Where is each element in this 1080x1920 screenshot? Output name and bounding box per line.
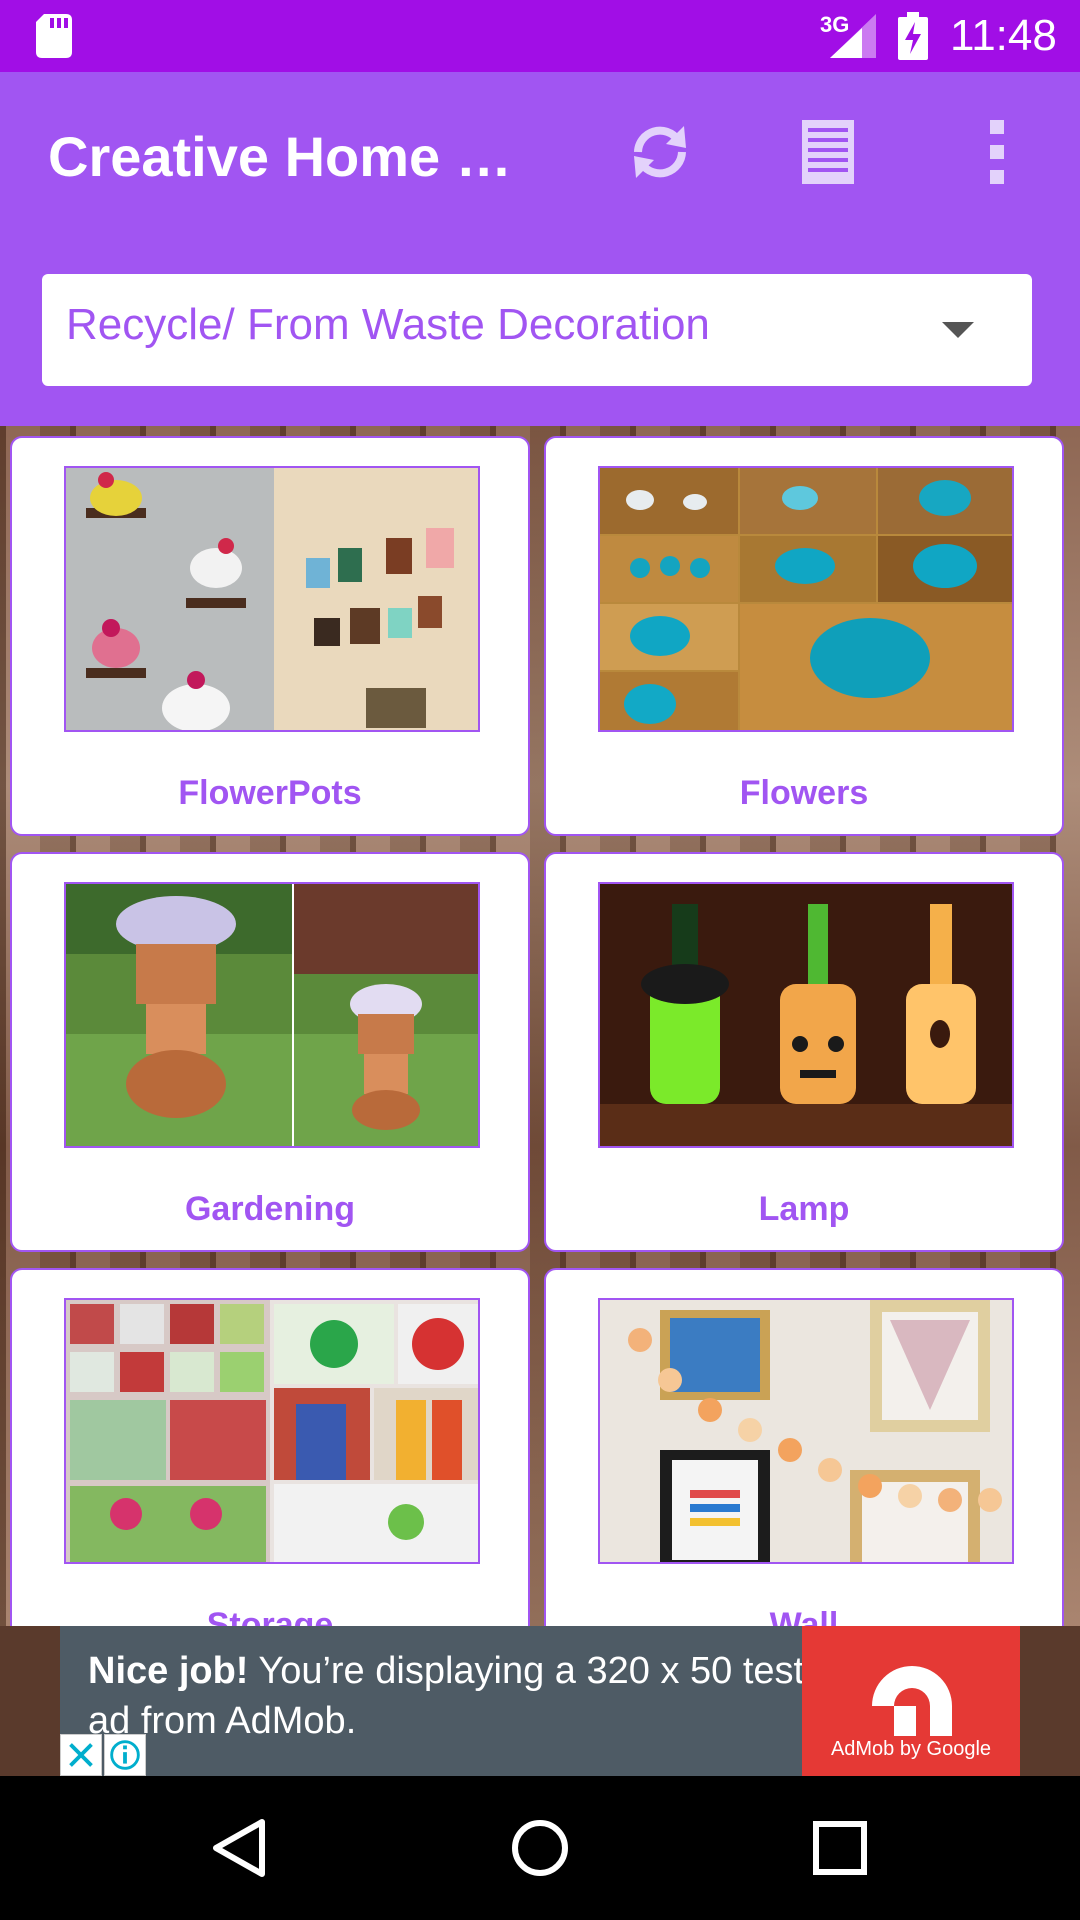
clock: 11:48 (950, 11, 1057, 60)
category-card-gardening[interactable]: Gardening (10, 852, 530, 1252)
wall-image (598, 1298, 1014, 1564)
back-icon[interactable] (208, 1816, 272, 1880)
sd-card-icon (36, 14, 72, 58)
close-icon[interactable] (60, 1734, 102, 1776)
category-card-label: Storage (206, 1606, 334, 1626)
category-grid: FlowerPots Flowers Gardening Lamp Storag… (0, 426, 1080, 1626)
category-dropdown-value: Recycle/ From Waste Decoration (66, 300, 710, 349)
flowers-image (598, 466, 1014, 732)
refresh-icon[interactable] (624, 116, 696, 188)
category-card-wall[interactable]: Wall (544, 1268, 1064, 1626)
more-vert-icon[interactable] (962, 116, 1034, 188)
navigation-bar (0, 1776, 1080, 1920)
ad-text-bold: Nice job! (88, 1650, 249, 1692)
app-bar: Creative Home D… Recycle/ From Waste Dec… (0, 72, 1080, 426)
list-icon[interactable] (792, 116, 864, 188)
category-card-label: Wall (769, 1606, 839, 1626)
admob-logo-label: AdMob by Google (830, 1738, 992, 1760)
ad-text: Nice job! You’re displaying a 320 x 50 t… (88, 1646, 848, 1746)
recent-apps-icon[interactable] (808, 1816, 872, 1880)
status-bar: 3G 11:48 (0, 0, 1080, 72)
lamp-image (598, 882, 1014, 1148)
category-card-flowerpots[interactable]: FlowerPots (10, 436, 530, 836)
category-card-label: Flowers (739, 774, 869, 812)
info-icon[interactable] (104, 1734, 146, 1776)
home-icon[interactable] (508, 1816, 572, 1880)
gardening-image (64, 882, 480, 1148)
chevron-down-icon (942, 322, 974, 338)
app-title: Creative Home D… (48, 125, 548, 188)
storage-image (64, 1298, 480, 1564)
ad-banner-container: Nice job! You’re displaying a 320 x 50 t… (0, 1626, 1080, 1776)
category-card-storage[interactable]: Storage (10, 1268, 530, 1626)
category-card-flowers[interactable]: Flowers (544, 436, 1064, 836)
category-card-label: Gardening (184, 1190, 356, 1228)
battery-charging-icon (898, 12, 928, 60)
category-card-label: FlowerPots (178, 774, 362, 812)
ad-banner[interactable]: Nice job! You’re displaying a 320 x 50 t… (60, 1626, 1020, 1776)
category-dropdown[interactable]: Recycle/ From Waste Decoration (42, 274, 1032, 386)
category-card-lamp[interactable]: Lamp (544, 852, 1064, 1252)
admob-logo: AdMob by Google (802, 1626, 1020, 1776)
signal-icon (830, 14, 876, 58)
flowerpots-image (64, 466, 480, 732)
category-card-label: Lamp (758, 1190, 850, 1228)
